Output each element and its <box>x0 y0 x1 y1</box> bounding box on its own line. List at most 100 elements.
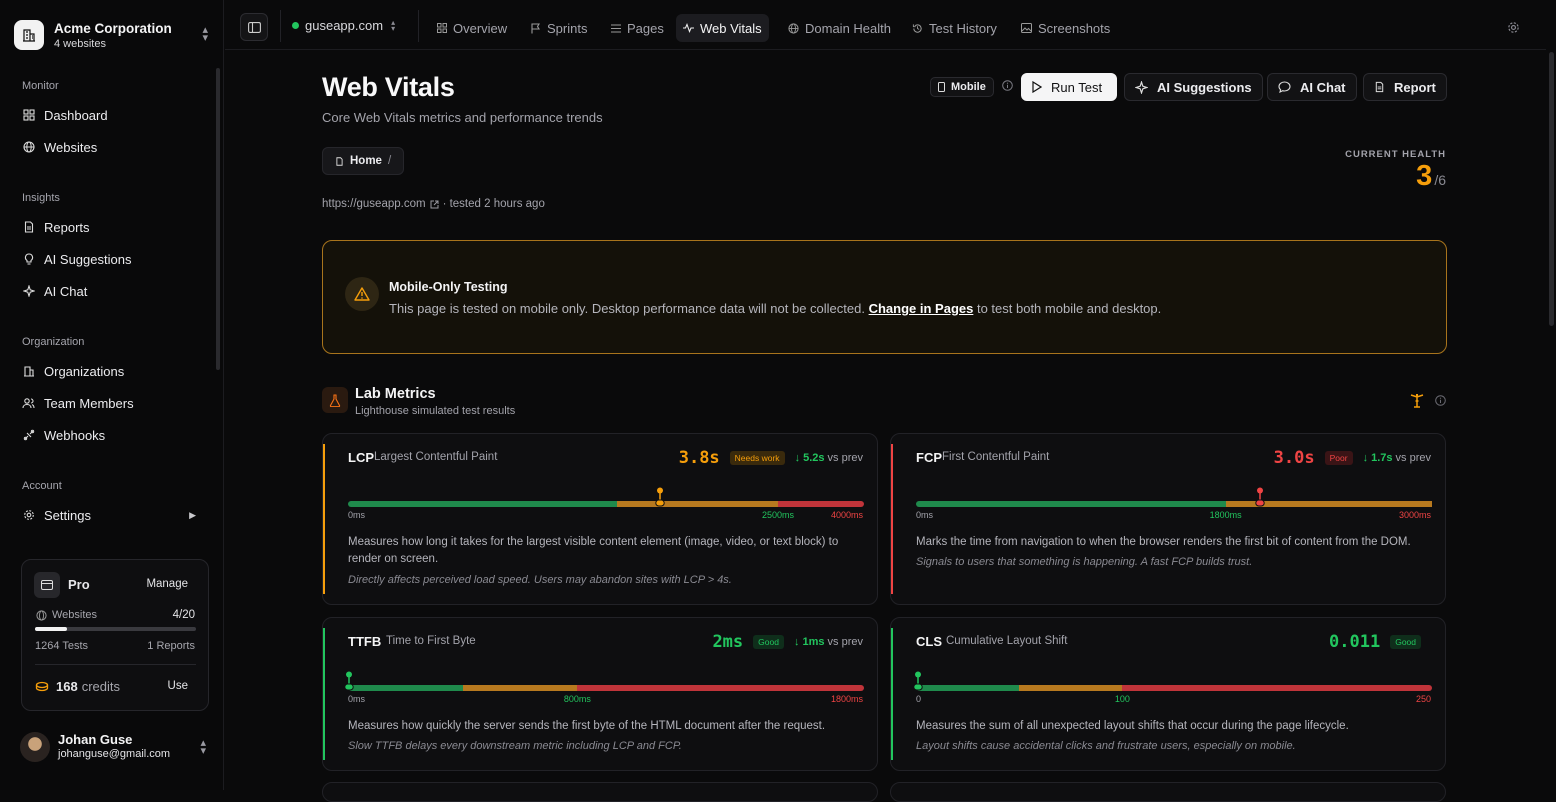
device-toggle-button[interactable]: Mobile <box>930 77 994 97</box>
site-selector[interactable]: guseapp.com ▴ ▾ <box>292 18 395 33</box>
gauge-tick-min: 0ms <box>348 510 366 520</box>
run-test-button[interactable]: Run Test <box>1021 73 1117 101</box>
status-accent <box>323 444 325 594</box>
tab-web-vitals[interactable]: Web Vitals <box>676 14 769 42</box>
metric-summary: 0.011 Good <box>1329 632 1431 652</box>
metric-card <box>890 782 1446 802</box>
section-title: Lab Metrics <box>355 386 436 402</box>
gauge-marker <box>655 487 665 507</box>
manage-plan-button[interactable]: Manage <box>146 578 188 590</box>
tab-overview[interactable]: Overview <box>430 14 514 42</box>
breadcrumb[interactable]: Home / <box>322 147 405 175</box>
use-credits-button[interactable]: Use <box>168 680 188 692</box>
status-accent <box>891 628 893 760</box>
sidebar-item-organizations[interactable]: Organizations <box>14 357 210 385</box>
delta-vs: vs prev <box>827 452 863 464</box>
metric-gauge <box>343 671 864 691</box>
credit-card-icon <box>34 572 60 598</box>
gauge-good-segment <box>916 685 1020 691</box>
breadcrumb-home: Home <box>350 155 382 167</box>
gauge-needs-segment <box>1019 685 1123 691</box>
page-scrollbar-thumb[interactable] <box>1549 52 1554 326</box>
alert-text: This page is tested on mobile only. Desk… <box>389 301 865 316</box>
plan-websites-label: Websites <box>52 609 98 621</box>
tab-label: Overview <box>453 20 508 36</box>
tested-time: · tested 2 hours ago <box>442 198 545 210</box>
tab-sprints[interactable]: Sprints <box>524 14 594 42</box>
report-button[interactable]: Report <box>1363 73 1447 101</box>
info-icon[interactable] <box>1435 394 1446 406</box>
globe-icon <box>36 609 47 621</box>
metric-name: Largest Contentful Paint <box>374 451 498 463</box>
gauge-tick-min: 0ms <box>348 694 366 704</box>
metric-name: Time to First Byte <box>386 635 476 647</box>
ai-chat-button[interactable]: AI Chat <box>1267 73 1357 101</box>
sidebar-item-dashboard[interactable]: Dashboard <box>14 101 210 129</box>
gear-icon[interactable] <box>1507 21 1520 34</box>
sidebar-toggle-button[interactable] <box>240 13 268 41</box>
sidebar-item-ai-suggestions[interactable]: AI Suggestions <box>14 245 210 273</box>
tab-screenshots[interactable]: Screenshots <box>1014 14 1117 42</box>
sidebar-item-ai-chat[interactable]: AI Chat <box>14 277 210 305</box>
gauge-tick-good: 100 <box>1114 694 1130 704</box>
delta-vs: vs prev <box>827 636 863 648</box>
plan-credits: 168 credits <box>35 679 120 694</box>
plan-websites-progress-fill <box>35 627 68 631</box>
dashboard-icon <box>22 109 35 122</box>
status-badge: Good <box>1390 635 1421 649</box>
gauge-marker <box>1255 487 1265 507</box>
smartphone-icon <box>938 82 945 92</box>
tab-domain-health[interactable]: Domain Health <box>781 14 898 42</box>
tab-pages[interactable]: Pages <box>604 14 671 42</box>
tab-label: Sprints <box>547 20 588 36</box>
tab-test-history[interactable]: Test History <box>905 14 1004 42</box>
sidebar-item-label: AI Chat <box>44 283 88 299</box>
metric-gauge <box>913 671 1432 691</box>
metric-description: Measures how long it takes for the large… <box>348 536 839 565</box>
sidebar-scrollbar[interactable] <box>216 68 220 370</box>
globe-icon <box>788 22 799 34</box>
flask-icon <box>322 387 348 413</box>
metric-gauge <box>348 487 864 507</box>
grid-icon <box>437 23 447 33</box>
plan-tests: 1264 Tests <box>35 640 89 652</box>
alert-text-end: to test both mobile and desktop. <box>976 301 1162 316</box>
page-subtitle: Core Web Vitals metrics and performance … <box>322 110 603 125</box>
metric-value: 2ms <box>712 632 744 652</box>
sidebar-item-settings[interactable]: Settings ▶ <box>14 501 210 529</box>
sidebar-item-webhooks[interactable]: Webhooks <box>14 421 210 449</box>
image-icon <box>1021 23 1032 33</box>
sidebar-item-websites[interactable]: Websites <box>14 133 210 161</box>
change-in-pages-link[interactable]: Change in Pages <box>869 301 974 316</box>
page-scrollbar[interactable] <box>1547 0 1556 790</box>
metric-abbr: TTFB <box>348 634 382 649</box>
sidebar-item-reports[interactable]: Reports <box>14 213 210 241</box>
list-icon <box>611 24 621 33</box>
gear-icon <box>22 509 35 522</box>
plan-card: Pro Manage Websites 4/20 1264 Tests 1 Re… <box>21 559 209 711</box>
org-switcher[interactable]: Acme Corporation 4 websites ▴ ▾ <box>14 12 214 58</box>
external-link-icon[interactable] <box>430 200 439 209</box>
tab-label: Test History <box>929 20 997 36</box>
ai-suggestions-button[interactable]: AI Suggestions <box>1124 73 1263 101</box>
report-label: Report <box>1394 79 1436 95</box>
user-menu[interactable]: Johan Guse johanguse@gmail.com ▴ ▾ <box>20 730 214 764</box>
metric-delta: ↓ 1.7s vs prev <box>1363 452 1431 464</box>
alert-body: This page is tested on mobile only. Desk… <box>389 301 1161 316</box>
divider <box>280 10 281 42</box>
warning-icon <box>345 277 379 311</box>
metric-value: 0.011 <box>1329 632 1381 652</box>
chevron-up-down-icon: ▴ ▾ <box>391 17 396 33</box>
status-accent <box>891 444 893 594</box>
page-url-link[interactable]: https://guseapp.com <box>322 198 426 210</box>
gauge-tick-min: 0 <box>916 694 922 704</box>
gauge-needs-segment <box>462 685 578 691</box>
users-icon <box>22 397 35 410</box>
health-total: /6 <box>1434 172 1446 188</box>
file-icon <box>22 221 35 234</box>
info-icon[interactable] <box>1002 80 1013 91</box>
sidebar-item-team-members[interactable]: Team Members <box>14 389 210 417</box>
user-email: johanguse@gmail.com <box>58 748 171 760</box>
gauge-tick-good: 800ms <box>563 694 591 704</box>
sidebar: Acme Corporation 4 websites ▴ ▾ Monitor D… <box>0 0 224 790</box>
